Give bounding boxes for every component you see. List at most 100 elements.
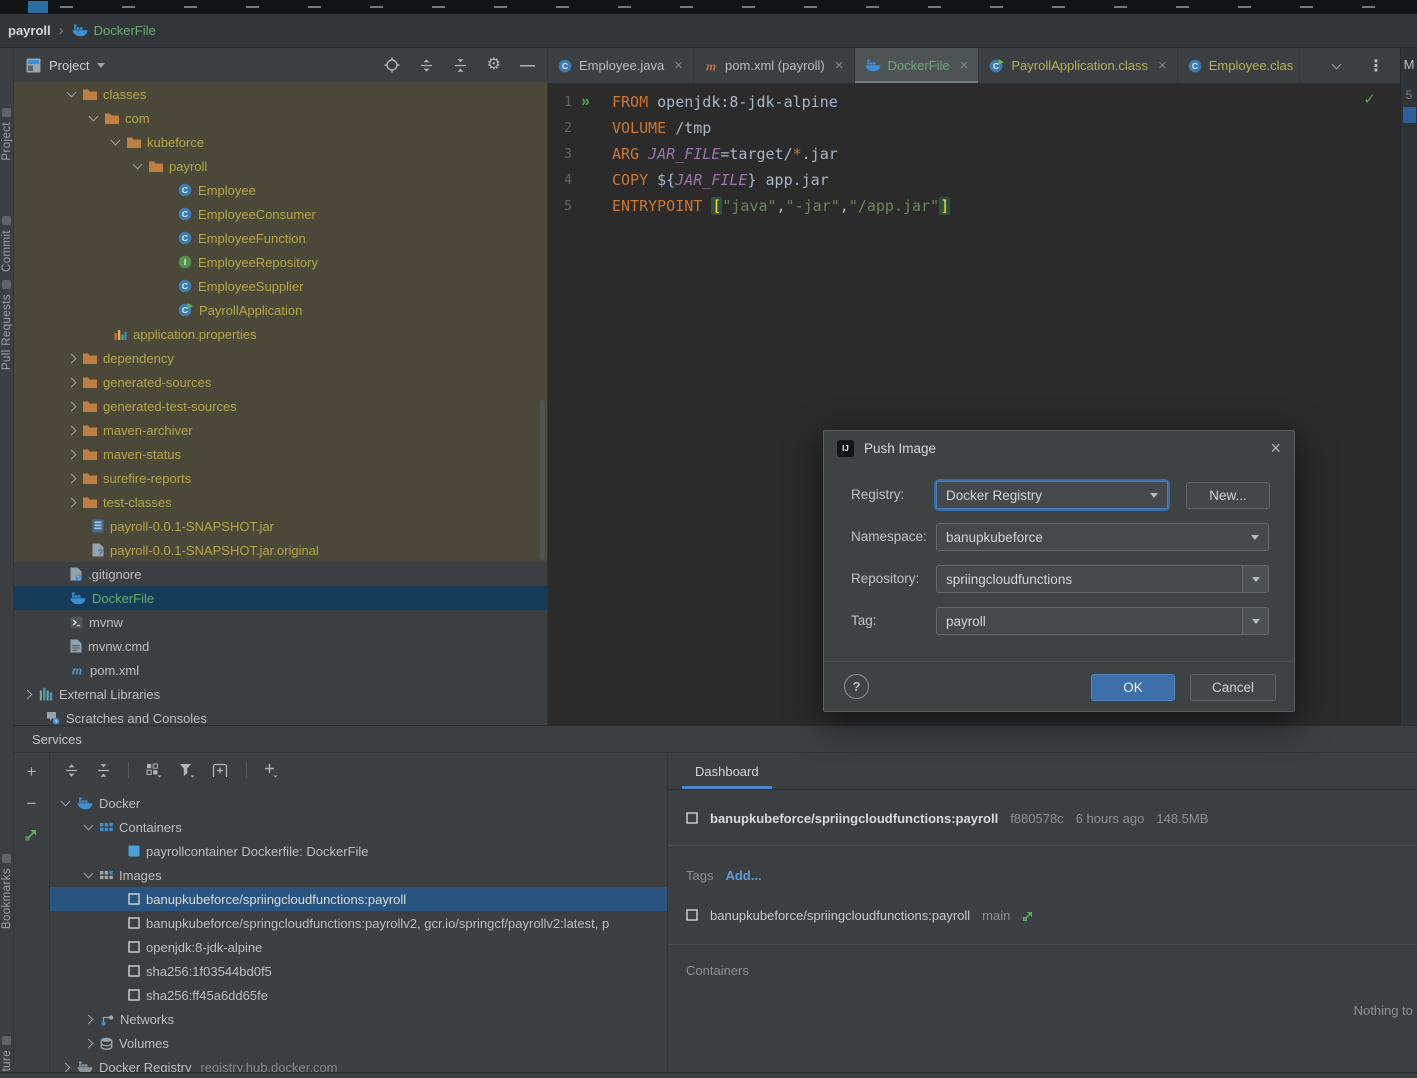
- tree-item-com[interactable]: com: [14, 106, 547, 130]
- tree-item-surefire-reports[interactable]: surefire-reports: [14, 466, 547, 490]
- ok-button[interactable]: OK: [1091, 674, 1175, 701]
- tool-button-project[interactable]: Project: [0, 108, 14, 161]
- service-item-banupkubeforce-spriingcloudfunctions-pay[interactable]: banupkubeforce/spriingcloudfunctions:pay…: [50, 887, 667, 911]
- service-item-docker[interactable]: Docker: [50, 791, 667, 815]
- chevron-right-icon[interactable]: [67, 497, 77, 507]
- chevron-down-icon[interactable]: [61, 797, 71, 807]
- tool-button-commit[interactable]: Commit: [0, 216, 14, 272]
- chevron-down-icon[interactable]: [1332, 60, 1342, 70]
- service-item-sha256-1f03544bd0f5[interactable]: sha256:1f03544bd0f5: [50, 959, 667, 983]
- tag-combobox[interactable]: payroll: [936, 607, 1269, 635]
- new-registry-button[interactable]: New...: [1186, 482, 1270, 509]
- external-link-icon[interactable]: [1022, 909, 1035, 922]
- service-item-images[interactable]: Images: [50, 863, 667, 887]
- inspection-ok-icon[interactable]: ✓: [1363, 90, 1376, 108]
- chevron-right-icon[interactable]: [23, 689, 33, 699]
- gear-icon[interactable]: ⚙: [487, 57, 501, 73]
- tree-item-mvnw[interactable]: mvnw: [14, 610, 547, 634]
- service-item-docker-registry[interactable]: Docker Registryregistry.hub.docker.com: [50, 1055, 667, 1072]
- service-item-sha256-ff45a6dd65fe[interactable]: sha256:ff45a6dd65fe: [50, 983, 667, 1007]
- chevron-down-icon[interactable]: [97, 63, 105, 68]
- chevron-down-icon[interactable]: [133, 160, 143, 170]
- chevron-down-icon[interactable]: [84, 821, 94, 831]
- chevron-right-icon[interactable]: [67, 473, 77, 483]
- kebab-menu-icon[interactable]: ⋮: [1368, 56, 1384, 76]
- tool-button-bookmarks[interactable]: Bookmarks: [0, 854, 14, 929]
- tree-item-payroll-0-0-1-snapshot-jar-original[interactable]: ?payroll-0.0.1-SNAPSHOT.jar.original: [14, 538, 547, 562]
- chevron-right-icon[interactable]: [67, 449, 77, 459]
- cancel-button[interactable]: Cancel: [1190, 674, 1276, 701]
- tag-item-row[interactable]: banupkubeforce/spriingcloudfunctions:pay…: [668, 900, 1417, 930]
- collapse-all-icon[interactable]: [453, 58, 468, 73]
- breadcrumb-file[interactable]: DockerFile: [94, 23, 156, 38]
- tree-item-maven-status[interactable]: maven-status: [14, 442, 547, 466]
- tree-item-generated-sources[interactable]: generated-sources: [14, 370, 547, 394]
- tree-item-payrollapplication[interactable]: CPayrollApplication: [14, 298, 547, 322]
- add-service-icon[interactable]: [264, 763, 279, 778]
- tree-item-application-properties[interactable]: application.properties: [14, 322, 547, 346]
- service-item-networks[interactable]: Networks: [50, 1007, 667, 1031]
- service-item-containers[interactable]: Containers: [50, 815, 667, 839]
- tree-item-classes[interactable]: classes: [14, 82, 547, 106]
- add-tag-link[interactable]: Add...: [725, 868, 761, 883]
- tree-item-mvnw-cmd[interactable]: mvnw.cmd: [14, 634, 547, 658]
- chevron-right-icon[interactable]: [61, 1062, 71, 1072]
- editor-tab-pom-xml-payroll[interactable]: mpom.xml (payroll)×: [694, 48, 854, 83]
- tree-item-gitignore[interactable]: .gitignore: [14, 562, 547, 586]
- chevron-right-icon[interactable]: [84, 1038, 94, 1048]
- dropdown-button[interactable]: [1242, 566, 1268, 592]
- locate-icon[interactable]: [384, 57, 400, 73]
- chevron-down-icon[interactable]: [89, 112, 99, 122]
- breadcrumb-project[interactable]: payroll: [8, 23, 51, 38]
- tree-item-test-classes[interactable]: test-classes: [14, 490, 547, 514]
- scroll-to-source-icon[interactable]: [25, 827, 39, 841]
- project-panel-title[interactable]: Project: [49, 58, 89, 73]
- services-panel-title[interactable]: Services: [14, 726, 1417, 753]
- help-button[interactable]: ?: [844, 674, 869, 699]
- expand-all-icon[interactable]: [419, 58, 434, 73]
- tree-item-dockerfile[interactable]: DockerFile: [14, 586, 547, 610]
- group-by-icon[interactable]: [146, 763, 162, 778]
- tree-item-dependency[interactable]: dependency: [14, 346, 547, 370]
- add-icon[interactable]: +: [27, 763, 37, 780]
- tree-item-employee[interactable]: CEmployee: [14, 178, 547, 202]
- service-item-payrollcontainer-dockerfile-dockerfile[interactable]: payrollcontainer Dockerfile: DockerFile: [50, 839, 667, 863]
- tree-item-maven-archiver[interactable]: maven-archiver: [14, 418, 547, 442]
- tree-item-pom-xml[interactable]: mpom.xml: [14, 658, 547, 682]
- maven-tool-label[interactable]: M: [1401, 57, 1417, 72]
- dialog-titlebar[interactable]: IJ Push Image ×: [824, 431, 1294, 465]
- expand-all-icon[interactable]: [64, 763, 79, 778]
- checkbox-icon[interactable]: [686, 909, 698, 921]
- editor-tab-employee-java[interactable]: CEmployee.java×: [548, 48, 694, 83]
- project-scrollbar[interactable]: [540, 400, 545, 560]
- tab-dashboard[interactable]: Dashboard: [682, 756, 772, 789]
- hide-panel-icon[interactable]: —: [520, 57, 535, 74]
- tree-item-external-libraries[interactable]: External Libraries: [14, 682, 547, 706]
- filter-icon[interactable]: [179, 763, 195, 778]
- chevron-down-icon[interactable]: [67, 88, 77, 98]
- run-icon[interactable]: »: [581, 93, 587, 111]
- service-item-openjdk-8-jdk-alpine[interactable]: openjdk:8-jdk-alpine: [50, 935, 667, 959]
- collapse-all-icon[interactable]: [96, 763, 111, 778]
- chevron-right-icon[interactable]: [67, 377, 77, 387]
- chevron-down-icon[interactable]: [84, 869, 94, 879]
- tree-item-employeesupplier[interactable]: CEmployeeSupplier: [14, 274, 547, 298]
- chevron-down-icon[interactable]: [111, 136, 121, 146]
- tree-item-generated-test-sources[interactable]: generated-test-sources: [14, 394, 547, 418]
- dashboard-image-row[interactable]: banupkubeforce/spriingcloudfunctions:pay…: [668, 803, 1417, 833]
- chevron-right-icon[interactable]: [67, 401, 77, 411]
- service-item-banupkubeforce-springcloudfunctions-payr[interactable]: banupkubeforce/springcloudfunctions:payr…: [50, 911, 667, 935]
- tree-item-employeeconsumer[interactable]: CEmployeeConsumer: [14, 202, 547, 226]
- editor-tab-payrollapplication-class[interactable]: CPayrollApplication.class×: [979, 48, 1177, 83]
- namespace-combobox[interactable]: banupkubeforce: [936, 523, 1269, 551]
- chevron-right-icon[interactable]: [67, 353, 77, 363]
- editor-tab-employee-clas[interactable]: CEmployee.clas: [1178, 48, 1300, 83]
- add-frame-icon[interactable]: [212, 763, 229, 778]
- editor-tab-dockerfile[interactable]: DockerFile×: [855, 48, 980, 83]
- tree-item-scratches-and-consoles[interactable]: Scratches and Consoles: [14, 706, 547, 725]
- dropdown-button[interactable]: [1242, 608, 1268, 634]
- tool-button-pull-requests[interactable]: Pull Requests: [0, 280, 14, 370]
- tree-item-payroll[interactable]: payroll: [14, 154, 547, 178]
- tree-item-employeefunction[interactable]: CEmployeeFunction: [14, 226, 547, 250]
- close-icon[interactable]: ×: [1270, 439, 1281, 457]
